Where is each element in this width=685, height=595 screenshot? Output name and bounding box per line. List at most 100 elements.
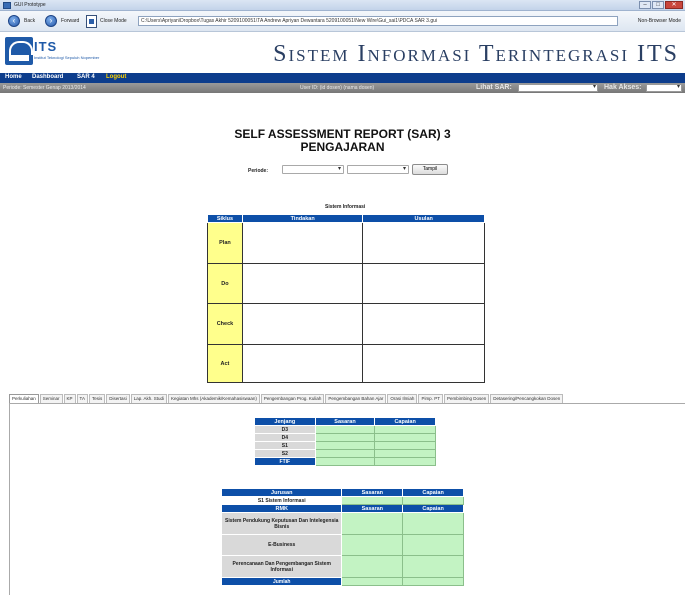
- capaian-cell[interactable]: [374, 433, 436, 442]
- sasaran-cell[interactable]: [314, 425, 376, 434]
- periode-label: Periode:: [248, 168, 269, 174]
- lihat-sar-select[interactable]: [518, 83, 598, 92]
- pdca-header-usulan: Usulan: [362, 214, 485, 223]
- window-title: GUI Prototype: [14, 2, 46, 8]
- section-title: Sistem Informasi: [325, 204, 366, 210]
- nav-home[interactable]: Home: [5, 74, 22, 80]
- pdca-cell[interactable]: [362, 263, 485, 304]
- tab-tesis[interactable]: Tesis: [88, 394, 106, 403]
- pdca-cell[interactable]: [362, 303, 485, 345]
- minimize-button[interactable]: –: [639, 1, 651, 9]
- rmk-row-label: E-Business: [220, 534, 343, 556]
- forward-arrow-icon[interactable]: ›: [45, 15, 57, 27]
- app-icon: [3, 2, 11, 9]
- close-mode-icon[interactable]: [86, 15, 97, 28]
- rmk-header: RMK: [220, 504, 343, 513]
- tab-kp[interactable]: KP: [63, 394, 76, 403]
- tab-pembimbing-dosen[interactable]: Pembimbing Dosen: [443, 394, 490, 403]
- tab-pengembangan-bahan-ajar[interactable]: Pengembangan Bahan Ajar: [325, 394, 387, 403]
- periode-semester-select[interactable]: [282, 165, 344, 174]
- pdca-row-check: Check: [207, 303, 243, 345]
- rmk-sasaran-header: Sasaran: [341, 504, 404, 513]
- tab-pengembangan-prog-kuliah[interactable]: Pengembangan Prog. Kuliah: [260, 394, 325, 403]
- periode-year-select[interactable]: [347, 165, 409, 174]
- close-window-button[interactable]: ✕: [665, 1, 683, 9]
- back-button[interactable]: Back: [24, 18, 35, 24]
- nav-sar4[interactable]: SAR 4: [77, 74, 95, 80]
- jenjang-row-label: D3: [254, 425, 316, 434]
- capaian-cell[interactable]: [402, 577, 464, 586]
- pdca-table: Siklus Tindakan Usulan Plan Do Check Act: [207, 214, 485, 383]
- sasaran-cell[interactable]: [314, 433, 376, 442]
- sasaran-cell[interactable]: [341, 534, 404, 556]
- tab-kegiatan-mhs[interactable]: Kegiatan Mhs (Akademik/Kemahasiswaan): [168, 394, 260, 403]
- pdca-cell[interactable]: [362, 344, 485, 383]
- sasaran-cell[interactable]: [314, 449, 376, 458]
- tab-perkuliahan[interactable]: Perkuliahan: [9, 394, 39, 403]
- forward-button[interactable]: Forward: [61, 18, 79, 24]
- capaian-cell[interactable]: [402, 512, 464, 535]
- pdca-cell[interactable]: [241, 344, 364, 383]
- pdca-cell[interactable]: [241, 303, 364, 345]
- tampil-button[interactable]: Tampil: [412, 164, 448, 175]
- jenjang-row-label: D4: [254, 433, 316, 442]
- page-title: SELF ASSESSMENT REPORT (SAR) 3: [234, 127, 451, 141]
- sasaran-cell[interactable]: [341, 577, 404, 586]
- back-arrow-icon[interactable]: ‹: [8, 15, 20, 27]
- nav-dashboard[interactable]: Dashboard: [32, 74, 63, 80]
- its-logo-icon: [5, 37, 33, 65]
- jurusan-row-label: S1 Sistem Informasi: [220, 496, 343, 505]
- logo-subtitle: Institut Teknologi Sepuluh Nopember: [34, 55, 100, 60]
- jurusan-capaian-header: Capaian: [402, 488, 464, 497]
- pdca-cell[interactable]: [241, 222, 364, 264]
- tab-orasi-ilmiah[interactable]: Orasi Ilmiah: [387, 394, 418, 403]
- sasaran-cell[interactable]: [341, 512, 404, 535]
- pdca-header-siklus: Siklus: [207, 214, 243, 223]
- tab-ta[interactable]: TA: [76, 394, 88, 403]
- tab-detasering[interactable]: Detasering/Pencangkokan Dosen: [490, 394, 564, 403]
- tab-disertasi[interactable]: Disertasi: [106, 394, 130, 403]
- jenjang-row-label: S1: [254, 441, 316, 450]
- site-title: Sistem Informasi Terintegrasi ITS: [273, 41, 679, 67]
- capaian-header: Capaian: [374, 417, 436, 426]
- jenjang-row-label: S2: [254, 449, 316, 458]
- capaian-cell[interactable]: [374, 457, 436, 466]
- semester-text: Periode: Semester Genap 2013/2014: [3, 85, 86, 91]
- sasaran-cell[interactable]: [314, 457, 376, 466]
- capaian-cell[interactable]: [402, 555, 464, 578]
- non-browser-mode-link[interactable]: Non-Browser Mode: [638, 18, 681, 24]
- jenjang-row-total: FTIF: [254, 457, 316, 466]
- pdca-cell[interactable]: [241, 263, 364, 304]
- pdca-row-do: Do: [207, 263, 243, 304]
- sasaran-cell[interactable]: [341, 555, 404, 578]
- nav-logout[interactable]: Logout: [106, 74, 126, 80]
- jurusan-table: Jurusan Sasaran Capaian S1 Sistem Inform…: [220, 488, 464, 586]
- jenjang-header: Jenjang: [254, 417, 316, 426]
- pdca-row-act: Act: [207, 344, 243, 383]
- tab-pimp-pt[interactable]: Pimp. PT: [418, 394, 443, 403]
- capaian-cell[interactable]: [374, 449, 436, 458]
- close-mode-button[interactable]: Close Mode: [100, 18, 127, 24]
- maximize-button[interactable]: □: [652, 1, 664, 9]
- tab-seminar[interactable]: Seminar: [39, 394, 63, 403]
- address-bar[interactable]: C:\Users\Apriyan\Dropbox\Tugas Akhir 520…: [138, 16, 618, 26]
- capaian-cell[interactable]: [402, 534, 464, 556]
- browser-toolbar: ‹ Back › Forward Close Mode C:\Users\Apr…: [0, 11, 685, 32]
- tab-lap-akh-studi[interactable]: Lap. Akh. Studi: [130, 394, 168, 403]
- capaian-cell[interactable]: [374, 425, 436, 434]
- sasaran-header: Sasaran: [314, 417, 376, 426]
- page-subtitle: PENGAJARAN: [300, 140, 385, 154]
- user-id-text: User ID: (id dosen) (nama dosen): [300, 85, 375, 91]
- capaian-cell[interactable]: [374, 441, 436, 450]
- main-nav: Home Dashboard SAR 4 Logout: [0, 73, 685, 83]
- rmk-row-label: Sistem Pendukung Keputusan Dan Intelegen…: [220, 512, 343, 535]
- hak-akses-select[interactable]: [646, 83, 682, 92]
- lihat-sar-label: Lihat SAR:: [476, 84, 512, 91]
- pdca-cell[interactable]: [362, 222, 485, 264]
- capaian-cell[interactable]: [402, 496, 464, 505]
- jurusan-header: Jurusan: [220, 488, 343, 497]
- sasaran-cell[interactable]: [341, 496, 404, 505]
- rmk-row-label: Perencanaan Dan Pengembangan Sistem Info…: [220, 555, 343, 578]
- jurusan-sasaran-header: Sasaran: [341, 488, 404, 497]
- sasaran-cell[interactable]: [314, 441, 376, 450]
